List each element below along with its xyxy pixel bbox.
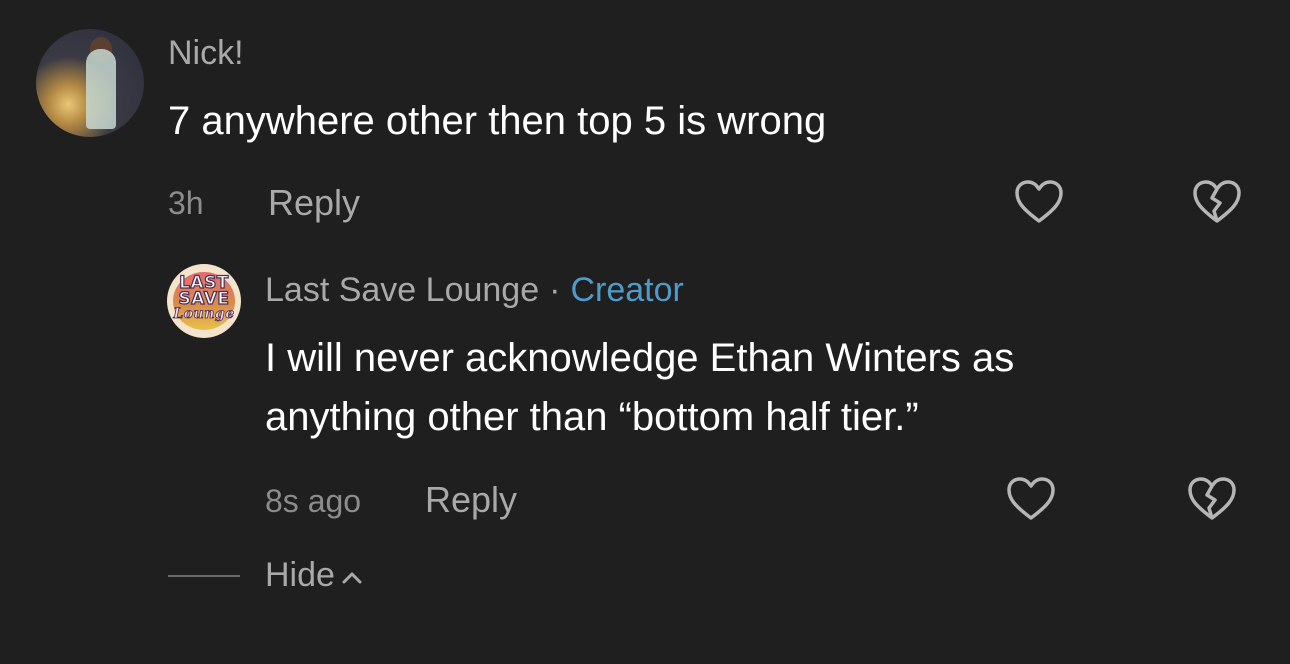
chevron-up-icon	[342, 572, 362, 584]
hide-replies-button[interactable]: Hide	[265, 555, 363, 595]
comment-username-row: Last Save Lounge · Creator	[265, 270, 684, 310]
broken-heart-icon	[1193, 180, 1241, 223]
comment-timestamp: 3h	[168, 185, 204, 221]
heart-outline-icon	[1007, 477, 1055, 520]
comment-text-line: anything other than “bottom half tier.”	[265, 395, 919, 439]
avatar-figure-body	[86, 49, 116, 129]
heart-outline-icon	[1015, 180, 1063, 223]
separator-dot: ·	[549, 271, 561, 309]
avatar-last-save-lounge[interactable]: LAST SAVE Lounge	[167, 264, 241, 338]
broken-heart-icon	[1188, 477, 1236, 520]
creator-badge: Creator	[570, 271, 684, 309]
avatar-logo-text: Lounge	[173, 306, 235, 323]
like-button[interactable]	[1005, 474, 1057, 526]
comment-timestamp: 8s ago	[265, 483, 362, 519]
avatar-nick[interactable]	[36, 29, 144, 137]
hide-label: Hide	[265, 556, 335, 594]
hide-divider	[168, 575, 240, 577]
comment-username[interactable]: Nick!	[168, 33, 244, 73]
reply-button[interactable]: Reply	[425, 479, 517, 521]
like-button[interactable]	[1013, 177, 1065, 229]
reply-button[interactable]: Reply	[268, 182, 360, 224]
comment-text: 7 anywhere other then top 5 is wrong	[168, 99, 827, 143]
comments-thread: Nick! 7 anywhere other then top 5 is wro…	[0, 0, 1290, 664]
comment-username[interactable]: Last Save Lounge	[265, 271, 539, 309]
dislike-button[interactable]	[1191, 177, 1243, 229]
dislike-button[interactable]	[1186, 474, 1238, 526]
comment-text-line: I will never acknowledge Ethan Winters a…	[265, 336, 1015, 380]
